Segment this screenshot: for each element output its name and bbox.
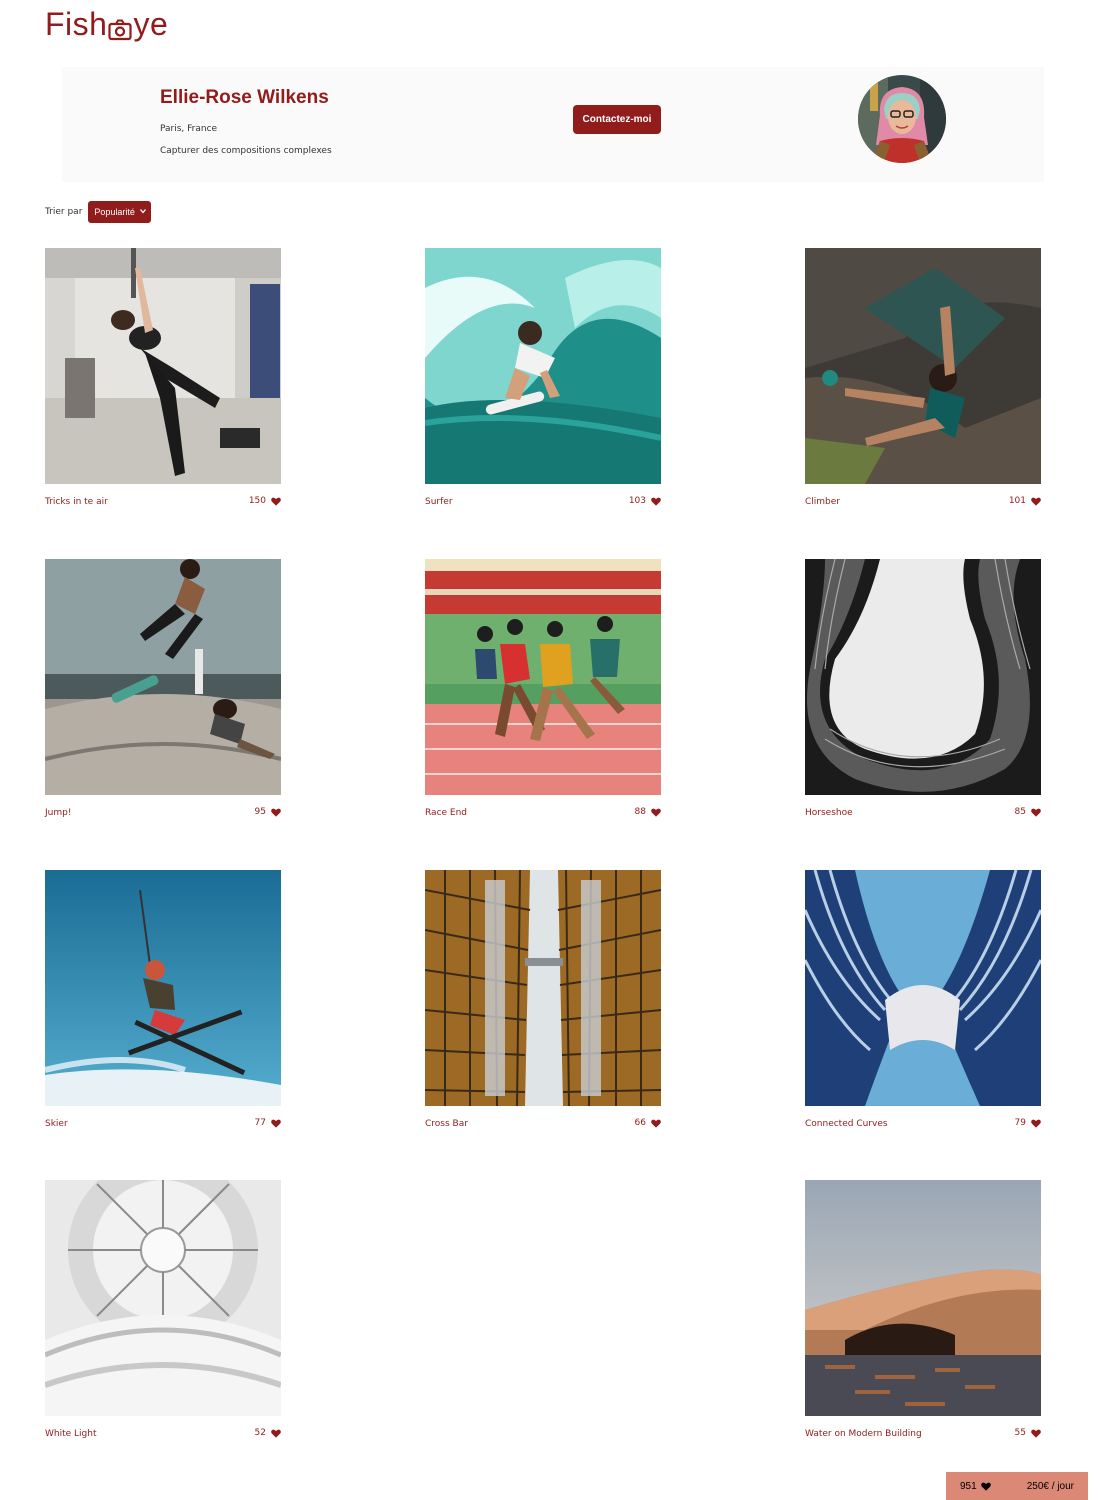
media-card: Connected Curves 79 <box>805 870 1041 1132</box>
heart-icon <box>271 808 281 817</box>
media-likes-count: 101 <box>1008 496 1026 506</box>
media-card: Climber 101 <box>805 248 1041 510</box>
sort-select[interactable]: Popularité <box>88 201 152 223</box>
heart-icon <box>271 1429 281 1438</box>
sort-control: Trier par Popularité <box>45 201 152 223</box>
media-card: White Light 52 <box>45 1180 281 1442</box>
media-likes[interactable]: 95 <box>255 807 281 817</box>
photographer-header: Ellie-Rose Wilkens Paris, France Capture… <box>62 67 1044 182</box>
media-likes-count: 95 <box>254 807 266 817</box>
media-card: Cross Bar 66 <box>425 870 661 1132</box>
media-card: Jump! 95 <box>45 559 281 821</box>
media-likes[interactable]: 52 <box>255 1428 281 1438</box>
media-likes[interactable]: 150 <box>249 496 281 506</box>
media-title: Tricks in te air <box>45 497 108 507</box>
media-thumbnail[interactable] <box>425 559 661 795</box>
heart-icon <box>1031 497 1041 506</box>
media-card: Surfer 103 <box>425 248 661 510</box>
media-likes[interactable]: 101 <box>1009 496 1041 506</box>
sort-selected-value: Popularité <box>94 207 135 217</box>
media-title: Skier <box>45 1119 68 1129</box>
media-thumbnail[interactable] <box>805 559 1041 795</box>
media-title: Connected Curves <box>805 1119 888 1129</box>
heart-icon <box>1031 808 1041 817</box>
media-thumbnail[interactable] <box>45 870 281 1106</box>
media-title: Horseshoe <box>805 808 853 818</box>
media-thumbnail[interactable] <box>805 248 1041 484</box>
photographer-tagline: Capturer des compositions complexes <box>160 146 332 156</box>
media-title: Cross Bar <box>425 1119 468 1129</box>
total-likes: 951 <box>960 1481 991 1492</box>
media-title: Jump! <box>45 808 72 818</box>
daily-price: 250€ / jour <box>1026 1480 1074 1492</box>
media-likes-count: 85 <box>1014 807 1026 817</box>
media-thumbnail[interactable] <box>805 870 1041 1106</box>
sort-label: Trier par <box>45 207 83 217</box>
media-title: Race End <box>425 808 468 818</box>
media-thumbnail[interactable] <box>45 1180 281 1416</box>
media-title: Water on Modern Building <box>805 1429 922 1439</box>
media-likes[interactable]: 79 <box>1015 1118 1041 1128</box>
heart-icon <box>651 497 661 506</box>
photographer-location: Paris, France <box>160 124 218 134</box>
media-likes[interactable]: 77 <box>255 1118 281 1128</box>
media-card: Skier 77 <box>45 870 281 1132</box>
photographer-name: Ellie-Rose Wilkens <box>160 87 329 108</box>
heart-icon <box>271 497 281 506</box>
heart-icon <box>980 1482 991 1491</box>
contact-button[interactable]: Contactez-moi <box>573 105 661 134</box>
heart-icon <box>271 1119 281 1128</box>
media-title: White Light <box>45 1429 97 1439</box>
media-likes-count: 88 <box>634 807 646 817</box>
media-thumbnail[interactable] <box>805 1180 1041 1416</box>
media-card: Tricks in te air 150 <box>45 248 281 510</box>
media-likes-count: 66 <box>634 1118 646 1128</box>
media-card: Race End 88 <box>425 559 661 821</box>
media-title: Climber <box>805 497 841 507</box>
likes-price-summary: 951 250€ / jour <box>946 1472 1088 1500</box>
media-likes[interactable]: 88 <box>635 807 661 817</box>
media-likes[interactable]: 66 <box>635 1118 661 1128</box>
media-likes-count: 79 <box>1014 1118 1026 1128</box>
media-likes-count: 103 <box>628 496 646 506</box>
heart-icon <box>651 808 661 817</box>
media-likes-count: 52 <box>254 1428 266 1438</box>
media-likes[interactable]: 85 <box>1015 807 1041 817</box>
media-card: Water on Modern Building 55 <box>805 1180 1041 1442</box>
camera-icon <box>108 12 133 41</box>
photographer-avatar <box>858 75 946 163</box>
media-likes-count: 55 <box>1014 1428 1026 1438</box>
heart-icon <box>651 1119 661 1128</box>
total-likes-count: 951 <box>960 1480 977 1492</box>
media-likes[interactable]: 103 <box>629 496 661 506</box>
media-thumbnail[interactable] <box>45 559 281 795</box>
logo-text-start: Fish <box>45 5 108 42</box>
heart-icon <box>1031 1119 1041 1128</box>
media-thumbnail[interactable] <box>45 248 281 484</box>
media-likes-count: 150 <box>248 496 266 506</box>
media-thumbnail[interactable] <box>425 870 661 1106</box>
chevron-down-icon <box>140 209 147 214</box>
logo-text-end: ye <box>133 5 169 42</box>
media-title: Surfer <box>425 497 453 507</box>
media-likes-count: 77 <box>254 1118 266 1128</box>
fisheye-logo[interactable]: Fish ye <box>45 6 168 42</box>
media-card: Horseshoe 85 <box>805 559 1041 821</box>
media-thumbnail[interactable] <box>425 248 661 484</box>
heart-icon <box>1031 1429 1041 1438</box>
media-likes[interactable]: 55 <box>1015 1428 1041 1438</box>
